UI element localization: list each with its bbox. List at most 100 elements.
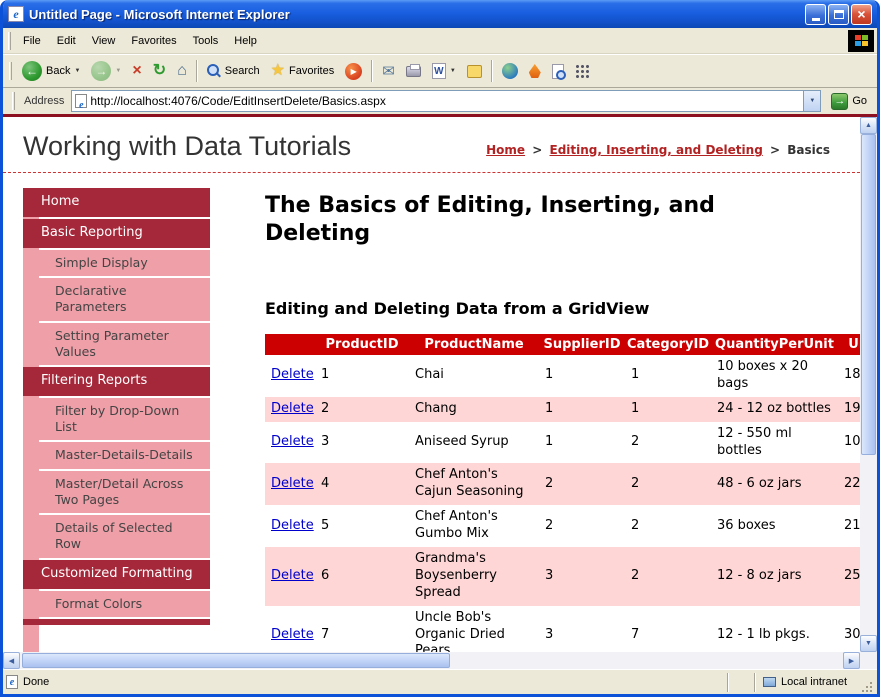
menu-view[interactable]: View [84,31,124,51]
horizontal-scrollbar[interactable]: ◀ ▶ [3,652,860,669]
menu-edit[interactable]: Edit [49,31,84,51]
delete-link[interactable]: Delete [271,627,314,642]
delete-link[interactable]: Delete [271,476,314,491]
grid-cell: 2 [625,422,711,464]
delete-link[interactable]: Delete [271,434,314,449]
grid-header: ProductName [409,334,539,355]
stop-icon: × [132,63,141,79]
grid-cell: 25.0 [838,547,860,606]
addon-globe-button[interactable] [497,60,523,82]
print-button[interactable] [401,63,426,80]
breadcrumb-section-link[interactable]: Editing, Inserting, and Deleting [550,143,763,157]
title-bar: e Untitled Page - Microsoft Internet Exp… [3,0,877,28]
scroll-down-button[interactable]: ▼ [860,635,877,652]
breadcrumb-separator: > [529,143,545,157]
media-button[interactable]: ▶ [340,60,367,83]
addon-research-button[interactable] [547,61,569,82]
favorites-button[interactable]: ★ Favorites [266,60,340,82]
resize-grip[interactable] [860,680,874,694]
addon-grid-button[interactable] [570,61,594,81]
discuss-button[interactable] [462,62,487,81]
menu-bar: File Edit View Favorites Tools Help [3,28,877,54]
grid-row: Delete 5 Chef Anton's Gumbo Mix 2 2 36 b… [265,505,860,547]
menu-file[interactable]: File [15,31,49,51]
sidebar-item-format-colors[interactable]: Format Colors [39,591,210,617]
close-button[interactable]: × [851,4,872,25]
toolbar-separator [371,60,373,82]
breadcrumb-current: Basics [787,143,830,157]
go-button[interactable]: → Go [826,91,872,112]
minimize-button[interactable] [805,4,826,25]
close-icon: × [857,6,865,22]
grid-cell: Grandma's Boysenberry Spread [409,547,539,606]
sidebar-item-simple-display[interactable]: Simple Display [39,250,210,276]
delete-link[interactable]: Delete [271,568,314,583]
back-dropdown-icon[interactable]: ▼ [74,68,80,74]
horizontal-scroll-track[interactable] [20,652,843,669]
sidebar-item-home[interactable]: Home [23,188,210,217]
grid-cell: Delete [265,355,315,397]
grid-cell: 6 [315,547,409,606]
scroll-up-button[interactable]: ▲ [860,117,877,134]
grid-cell: 12 - 1 lb pkgs. [711,606,838,652]
vertical-scrollbar[interactable]: ▲ ▼ [860,117,877,652]
grid-cell: Uncle Bob's Organic Dried Pears [409,606,539,652]
search-icon [207,64,221,78]
status-pane: e Done [6,675,722,689]
sidebar-item-details-of-selected-row[interactable]: Details of Selected Row [39,515,210,558]
mail-icon: ✉ [382,64,395,79]
addressbar-grip[interactable] [12,92,15,110]
grid-cell: 30.0 [838,606,860,652]
print-icon [406,66,421,77]
search-button[interactable]: Search [202,61,265,81]
sidebar-item-declarative-parameters[interactable]: Declarative Parameters [39,278,210,321]
horizontal-scroll-thumb[interactable] [22,653,450,668]
menu-help[interactable]: Help [226,31,265,51]
grid-cell: 3 [315,422,409,464]
grid-cell: 18.0 [838,355,860,397]
back-button[interactable]: ← Back ▼ [17,58,85,84]
menubar-grip[interactable] [8,32,11,50]
sidebar-item-basic-reporting[interactable]: Basic Reporting [23,219,210,248]
ie-e-glyph: e [13,7,18,22]
refresh-button[interactable]: ↻ [148,60,171,82]
toolbar-grip[interactable] [9,62,12,80]
mail-button[interactable]: ✉ [377,61,400,82]
sidebar-item-master-details-details[interactable]: Master-Details-Details [39,442,210,468]
media-icon: ▶ [345,63,362,80]
grid-cell: 4 [315,463,409,505]
grid-cell: 2 [625,505,711,547]
grid-header-row: ProductID ProductName SupplierID Categor… [265,334,860,355]
delete-link[interactable]: Delete [271,367,314,382]
scroll-right-button[interactable]: ▶ [843,652,860,669]
menu-favorites[interactable]: Favorites [123,31,184,51]
home-button[interactable]: ⌂ [172,60,192,82]
edit-button[interactable]: W ▼ [427,60,461,82]
addon-flame-button[interactable] [524,61,546,81]
scroll-left-button[interactable]: ◀ [3,652,20,669]
delete-link[interactable]: Delete [271,401,314,416]
address-dropdown-button[interactable]: ▼ [803,91,820,111]
vertical-scroll-thumb[interactable] [861,134,876,455]
stop-button[interactable]: × [127,60,146,82]
gridview-container: ProductID ProductName SupplierID Categor… [265,334,860,652]
sidebar-item-filtering-reports[interactable]: Filtering Reports [23,367,210,396]
address-input[interactable] [87,94,803,108]
vertical-scroll-track[interactable] [860,134,877,635]
forward-button[interactable]: → ▼ [86,58,126,84]
sidebar-item-master-detail-across-two-pages[interactable]: Master/Detail Across Two Pages [39,471,210,514]
sidebar-item-setting-parameter-values[interactable]: Setting Parameter Values [39,323,210,366]
sidebar-item-filter-by-dropdown-list[interactable]: Filter by Drop-Down List [39,398,210,441]
breadcrumb-home-link[interactable]: Home [486,143,525,157]
grid-row: Delete 1 Chai 1 1 10 boxes x 20 bags 18.… [265,355,860,397]
grid-cell: 10.0 [838,422,860,464]
sidebar-item-customized-formatting[interactable]: Customized Formatting [23,560,210,589]
home-icon: ⌂ [177,63,187,79]
menu-tools[interactable]: Tools [185,31,227,51]
caption-buttons: × [805,4,872,25]
edit-dropdown-icon[interactable]: ▼ [450,68,456,74]
grid-cell: 1 [539,422,625,464]
maximize-button[interactable] [828,4,849,25]
status-page-icon: e [6,675,18,689]
delete-link[interactable]: Delete [271,518,314,533]
